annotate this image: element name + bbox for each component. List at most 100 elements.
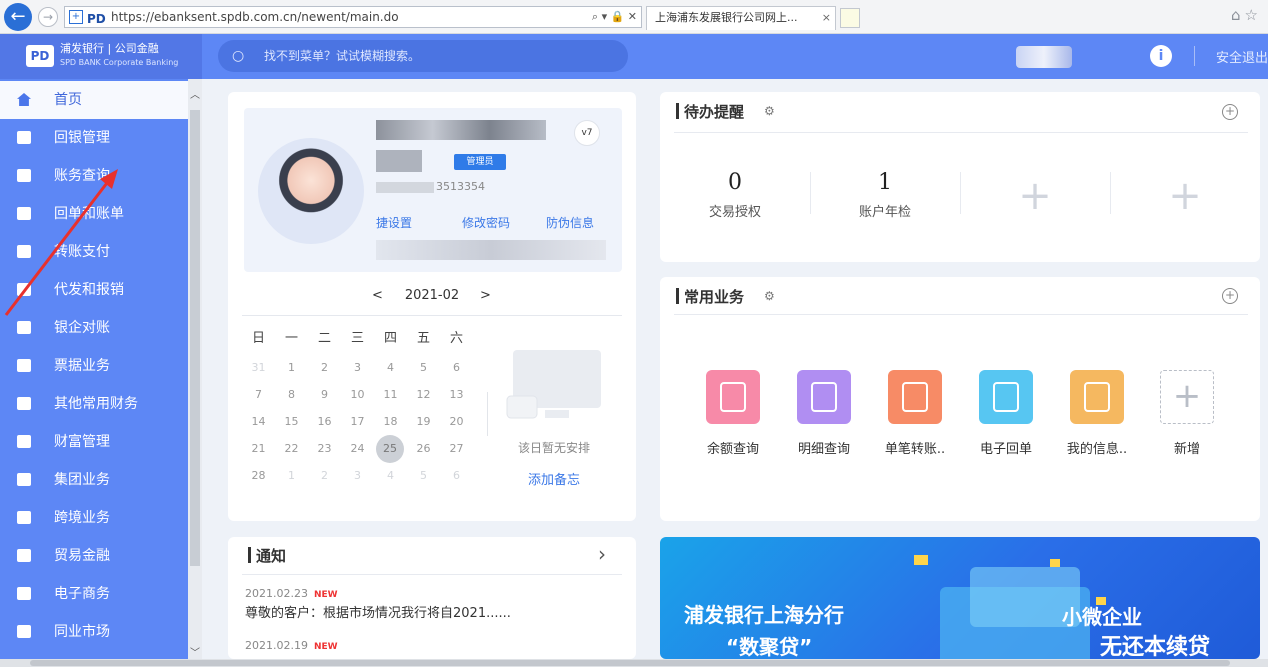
business-shortcut[interactable]: 单笔转账.. — [870, 370, 960, 457]
calendar-day[interactable]: 10 — [341, 384, 374, 406]
todo-divider — [674, 132, 1248, 133]
business-shortcut[interactable]: 余额查询 — [688, 370, 778, 457]
notice-item[interactable]: 2021.02.23 NEW 尊敬的客户：根据市场情况我行将自2021...... — [245, 586, 511, 621]
company-name-blurred — [376, 120, 546, 140]
calendar-day[interactable]: 31 — [242, 357, 275, 379]
sidebar-item[interactable]: 财富管理 — [0, 423, 188, 461]
calendar-day[interactable]: 24 — [341, 438, 374, 460]
back-arrow-icon[interactable]: ← — [4, 3, 32, 31]
compat-view-icon[interactable]: + — [69, 10, 83, 24]
page-scroll-thumb[interactable] — [30, 660, 1230, 666]
calendar-day[interactable]: 12 — [407, 384, 440, 406]
sidebar-item[interactable]: 首页 — [0, 81, 188, 119]
business-label: 电子回单 — [979, 442, 1032, 457]
calendar-day[interactable]: 13 — [440, 384, 473, 406]
sidebar-item[interactable]: 电子商务 — [0, 575, 188, 613]
business-settings-gear-icon[interactable]: ⚙ — [764, 289, 775, 303]
business-add-icon[interactable]: + — [1222, 288, 1238, 304]
add-memo-link[interactable]: 添加备忘 — [500, 469, 608, 488]
calendar-day[interactable]: 5 — [407, 465, 440, 487]
sidebar-scroll-thumb[interactable] — [190, 110, 200, 566]
calendar-day[interactable]: 14 — [242, 411, 275, 433]
notice-more-chevron-icon[interactable]: › — [598, 542, 606, 566]
calendar-day[interactable]: 6 — [440, 465, 473, 487]
add-shortcut-icon[interactable]: + — [1160, 370, 1214, 424]
calendar-day[interactable]: 21 — [242, 438, 275, 460]
logout-button[interactable]: 安全退出 — [1216, 47, 1268, 66]
sidebar-item[interactable]: 回银管理 — [0, 119, 188, 157]
todo-settings-gear-icon[interactable]: ⚙ — [764, 104, 775, 118]
browser-tab-active[interactable]: 上海浦东发展银行公司网上... × — [646, 6, 836, 30]
common-business-title: 常用业务 — [675, 288, 745, 306]
calendar-day[interactable]: 22 — [275, 438, 308, 460]
calendar-day[interactable]: 27 — [440, 438, 473, 460]
sidebar-item-label: 贸易金融 — [54, 548, 110, 564]
business-shortcut[interactable]: 我的信息.. — [1052, 370, 1142, 457]
calendar-day[interactable]: 11 — [374, 384, 407, 406]
notice-item[interactable]: 2021.02.19 NEW — [245, 638, 338, 652]
calendar-next-button[interactable]: > — [480, 288, 491, 303]
calendar-day[interactable]: 8 — [275, 384, 308, 406]
calendar-day[interactable]: 4 — [374, 465, 407, 487]
calendar-day[interactable]: 23 — [308, 438, 341, 460]
calendar-day[interactable]: 19 — [407, 411, 440, 433]
shortcut-settings-link[interactable]: 捷设置 — [376, 214, 412, 231]
todo-add-slot-2[interactable]: + — [1110, 176, 1260, 216]
sidebar-item[interactable]: 票据业务 — [0, 347, 188, 385]
calendar-day[interactable]: 18 — [374, 411, 407, 433]
notice-date: 2021.02.19 — [245, 639, 308, 652]
scroll-down-icon[interactable]: ﹀ — [188, 644, 202, 659]
calendar-day[interactable]: 20 — [440, 411, 473, 433]
calendar-day[interactable]: 17 — [341, 411, 374, 433]
calendar-day[interactable]: 26 — [407, 438, 440, 460]
promo-banner[interactable]: 浦发银行上海分行 “数聚贷” 小微企业 无还本续贷 — [660, 537, 1260, 659]
calendar-day[interactable]: 3 — [341, 465, 374, 487]
calendar-day[interactable]: 28 — [242, 465, 275, 487]
user-name-blurred[interactable] — [1016, 46, 1072, 68]
business-shortcut[interactable]: 电子回单 — [961, 370, 1051, 457]
address-bar[interactable]: + PD https://ebanksent.spdb.com.cn/newen… — [64, 6, 642, 28]
new-badge: NEW — [313, 590, 338, 600]
sidebar-item[interactable]: 同业市场 — [0, 613, 188, 651]
menu-search-input[interactable]: ○ 找不到菜单？试试模糊搜索。 — [218, 40, 628, 72]
sidebar-item[interactable]: 贸易金融 — [0, 537, 188, 575]
forward-arrow-icon[interactable]: → — [38, 7, 58, 27]
address-tools[interactable]: ⌕ ▾ 🔒 ✕ — [592, 7, 637, 27]
calendar-day[interactable]: 2 — [308, 357, 341, 379]
calendar-today[interactable]: 25 — [376, 435, 404, 463]
browser-home-star-icons[interactable]: ⌂☆ — [1231, 6, 1262, 24]
calendar-day[interactable]: 1 — [275, 357, 308, 379]
business-add-new[interactable]: + 新增 — [1142, 370, 1232, 457]
todo-item-trade-auth[interactable]: 0 交易授权 — [660, 170, 810, 220]
calendar-day[interactable]: 9 — [308, 384, 341, 406]
calendar-day[interactable]: 3 — [341, 357, 374, 379]
info-icon[interactable]: i — [1150, 45, 1172, 67]
business-shortcut[interactable]: 明细查询 — [779, 370, 869, 457]
sidebar-item[interactable]: 集团业务 — [0, 461, 188, 499]
sidebar-item[interactable]: 其他常用财务 — [0, 385, 188, 423]
new-tab-button[interactable] — [840, 8, 860, 28]
todo-item-annual-check[interactable]: 1 账户年检 — [810, 170, 960, 220]
calendar-prev-button[interactable]: < — [372, 288, 383, 303]
level-badge[interactable]: v7 — [574, 120, 600, 146]
notice-date: 2021.02.23 — [245, 587, 308, 600]
todo-add-icon[interactable]: + — [1222, 104, 1238, 120]
user-name-blurred-2 — [376, 150, 422, 172]
top-header: PD 浦发银行 | 公司金融 SPD BANK Corporate Bankin… — [0, 34, 1268, 79]
avatar[interactable] — [258, 138, 364, 244]
address-url[interactable]: https://ebanksent.spdb.com.cn/newent/mai… — [111, 7, 399, 27]
tab-close-icon[interactable]: × — [822, 7, 831, 29]
calendar-day[interactable]: 15 — [275, 411, 308, 433]
calendar-day[interactable]: 4 — [374, 357, 407, 379]
calendar-day[interactable]: 7 — [242, 384, 275, 406]
todo-add-slot-1[interactable]: + — [960, 176, 1110, 216]
calendar-day[interactable]: 2 — [308, 465, 341, 487]
change-password-link[interactable]: 修改密码 — [462, 214, 510, 231]
sidebar-item[interactable]: 跨境业务 — [0, 499, 188, 537]
scroll-up-icon[interactable]: ︿ — [188, 86, 202, 101]
anti-fraud-info-link[interactable]: 防伪信息 — [546, 214, 594, 231]
calendar-day[interactable]: 5 — [407, 357, 440, 379]
calendar-day[interactable]: 1 — [275, 465, 308, 487]
calendar-day[interactable]: 6 — [440, 357, 473, 379]
calendar-day[interactable]: 16 — [308, 411, 341, 433]
